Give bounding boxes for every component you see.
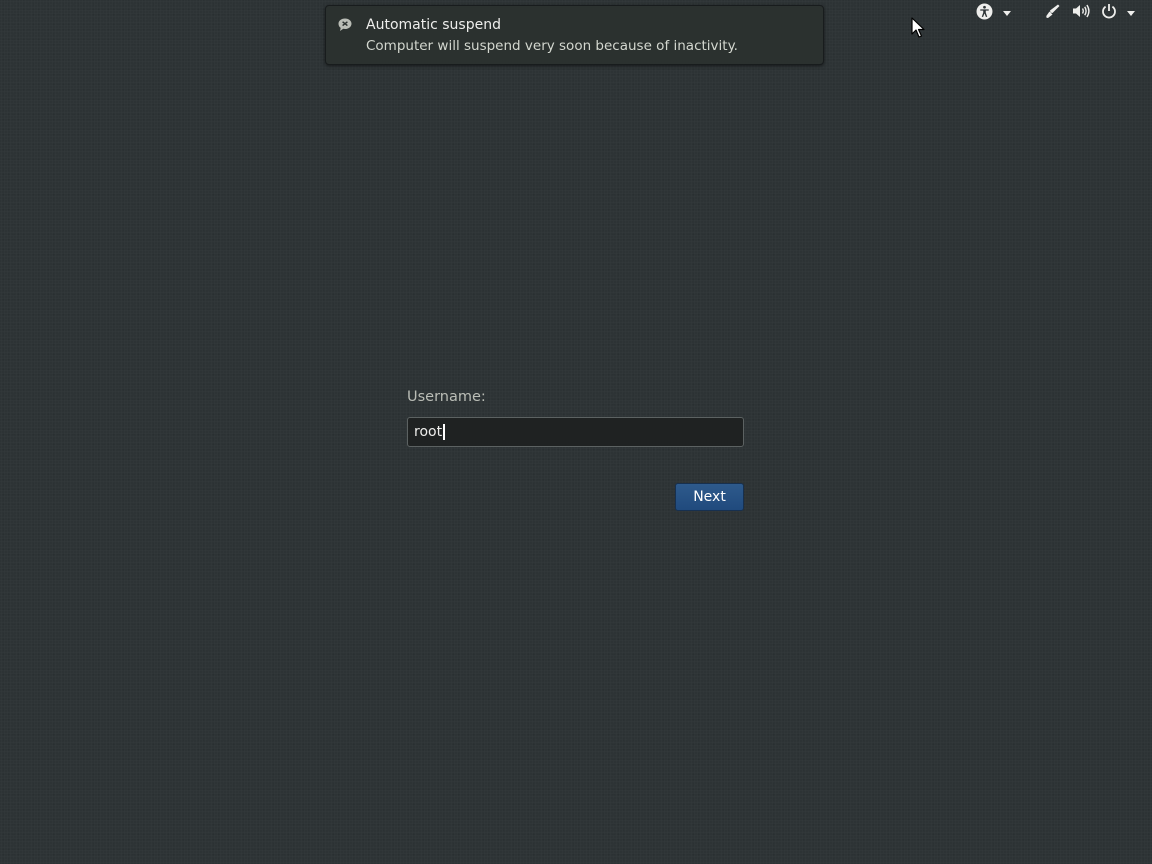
username-value: root [414, 424, 443, 440]
login-screen: Automatic suspend Computer will suspend … [0, 0, 1152, 864]
notification-title: Automatic suspend [366, 17, 501, 33]
input-method[interactable] [1045, 4, 1061, 22]
mouse-pointer-icon [911, 17, 925, 39]
accessibility-menu[interactable] [976, 3, 1011, 24]
chevron-down-icon [1003, 10, 1011, 16]
speaker-icon [1072, 3, 1090, 23]
username-input[interactable]: root [407, 417, 744, 447]
power-icon [1101, 3, 1117, 23]
next-button[interactable]: Next [675, 483, 744, 511]
username-label: Username: [407, 389, 486, 405]
power-menu[interactable] [1101, 4, 1135, 22]
pen-icon [1045, 3, 1061, 23]
volume[interactable] [1072, 4, 1090, 22]
notification-body: Computer will suspend very soon because … [366, 38, 738, 54]
accessibility-icon [976, 3, 993, 24]
notification-banner[interactable]: Automatic suspend Computer will suspend … [325, 5, 824, 65]
text-caret [443, 424, 446, 440]
chevron-down-icon [1127, 10, 1135, 16]
chat-bubble-icon [337, 17, 353, 33]
